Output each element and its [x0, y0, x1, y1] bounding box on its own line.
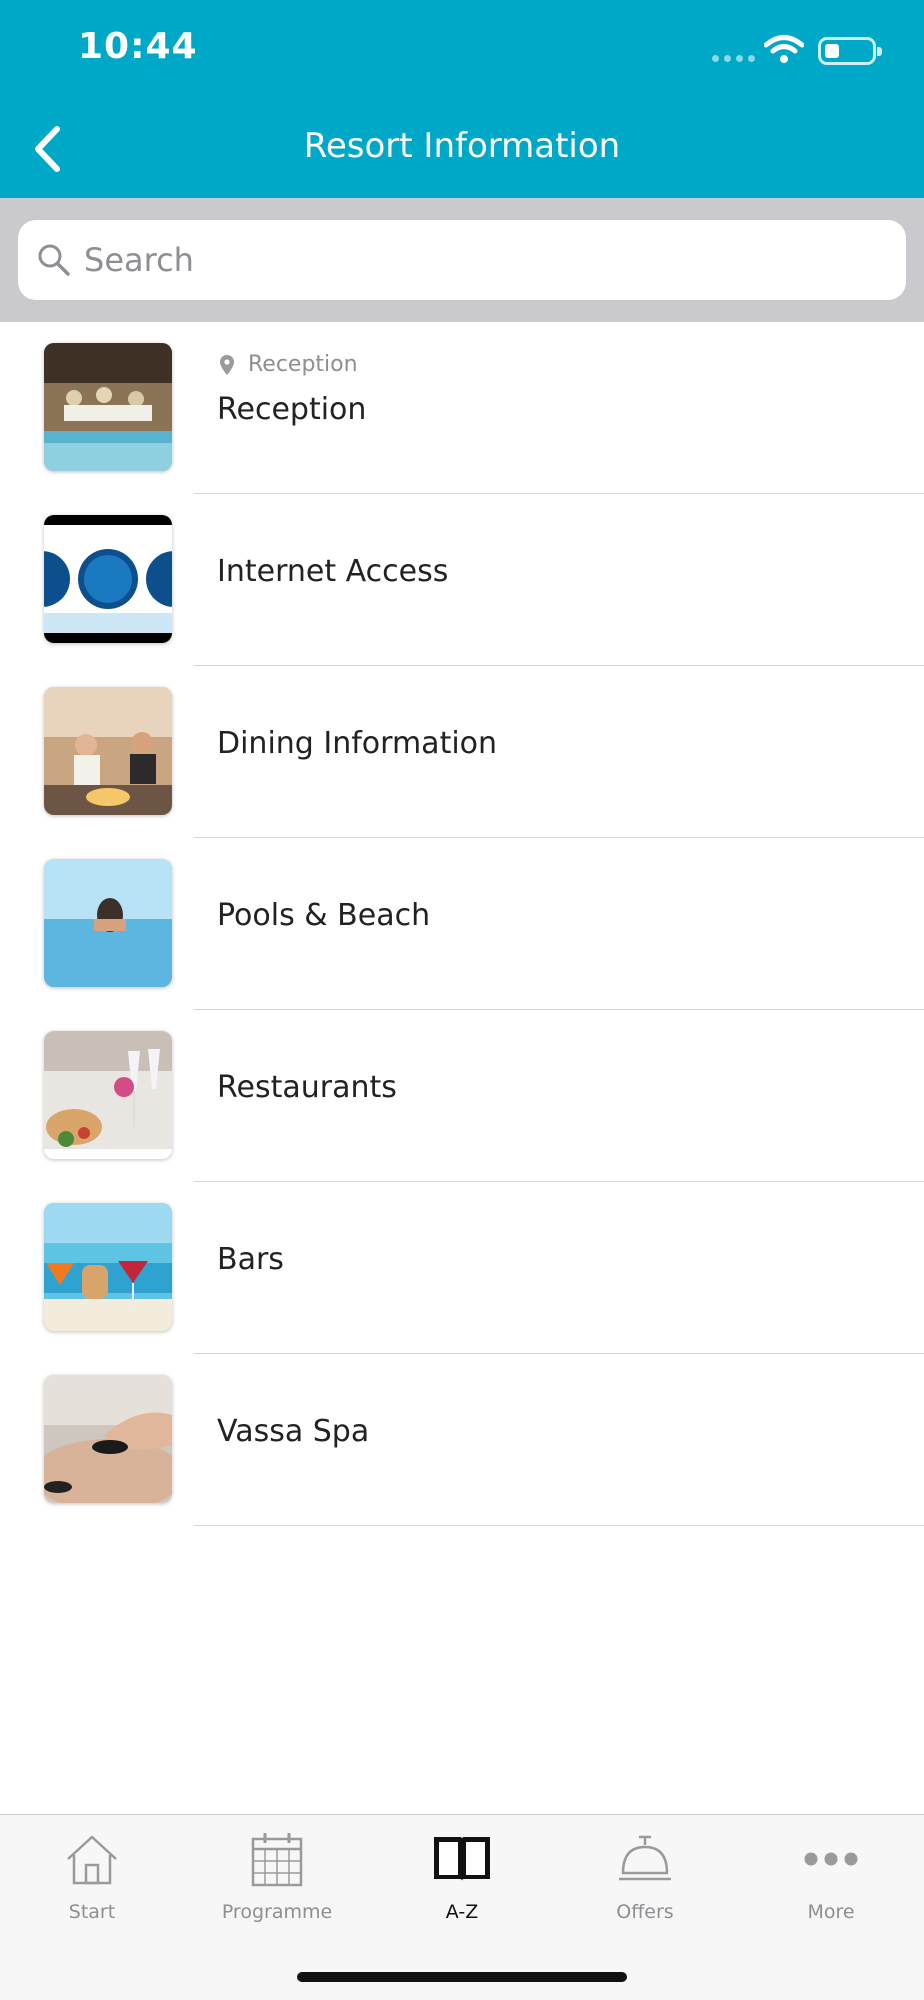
- cellular-signal-icon: [712, 55, 755, 62]
- list-item-vassa-spa[interactable]: Vassa Spa: [0, 1354, 924, 1526]
- pools-beach-thumbnail: [44, 859, 172, 987]
- reception-thumbnail: [44, 343, 172, 471]
- tab-more[interactable]: More: [739, 1829, 923, 1939]
- list-item-reception[interactable]: Reception Reception: [0, 322, 924, 494]
- wifi-icon: [764, 35, 804, 63]
- search-input[interactable]: [84, 241, 864, 279]
- item-label: Internet Access: [217, 554, 449, 589]
- internet-access-thumbnail: [44, 515, 172, 643]
- list-item-dining-information[interactable]: Dining Information: [0, 666, 924, 838]
- more-dots-icon: [804, 1852, 858, 1866]
- book-icon: [434, 1837, 490, 1881]
- service-bell-icon: [619, 1835, 671, 1881]
- item-location: Reception: [220, 352, 358, 377]
- item-label: Dining Information: [217, 726, 498, 761]
- list-item-restaurants[interactable]: Restaurants: [0, 1010, 924, 1182]
- list-item-bars[interactable]: Bars: [0, 1182, 924, 1354]
- item-label: Bars: [217, 1242, 284, 1277]
- status-bar: 10:44: [0, 0, 924, 100]
- dining-information-thumbnail: [44, 687, 172, 815]
- item-label: Pools & Beach: [217, 898, 431, 933]
- resort-info-list: Reception Reception Internet Access Dini…: [0, 322, 924, 1526]
- search-box[interactable]: [18, 220, 906, 300]
- status-time: 10:44: [78, 26, 198, 67]
- tab-a-z[interactable]: A-Z: [370, 1829, 554, 1939]
- tab-offers[interactable]: Offers: [553, 1829, 737, 1939]
- tab-start[interactable]: Start: [0, 1829, 184, 1939]
- tab-label: More: [807, 1901, 855, 1923]
- search-icon: [38, 244, 70, 276]
- list-item-internet-access[interactable]: Internet Access: [0, 494, 924, 666]
- location-pin-icon: [220, 354, 234, 375]
- search-area: [0, 198, 924, 322]
- page-title: Resort Information: [303, 126, 621, 166]
- vassa-spa-thumbnail: [44, 1375, 172, 1503]
- tab-label: A-Z: [445, 1901, 479, 1923]
- tab-programme[interactable]: Programme: [185, 1829, 369, 1939]
- item-label: Restaurants: [217, 1070, 397, 1105]
- item-label: Reception: [217, 392, 367, 427]
- restaurants-thumbnail: [44, 1031, 172, 1159]
- calendar-icon: [251, 1833, 303, 1887]
- item-location-text: Reception: [248, 352, 358, 377]
- divider: [194, 1525, 924, 1526]
- house-icon: [67, 1835, 117, 1885]
- tab-label: Start: [68, 1901, 116, 1923]
- tab-label: Programme: [221, 1901, 333, 1923]
- list-item-pools-beach[interactable]: Pools & Beach: [0, 838, 924, 1010]
- tab-label: Offers: [616, 1901, 674, 1923]
- home-indicator[interactable]: [297, 1972, 627, 1982]
- navigation-bar: Resort Information: [0, 100, 924, 198]
- bars-thumbnail: [44, 1203, 172, 1331]
- item-label: Vassa Spa: [217, 1414, 370, 1449]
- battery-icon: [818, 37, 882, 65]
